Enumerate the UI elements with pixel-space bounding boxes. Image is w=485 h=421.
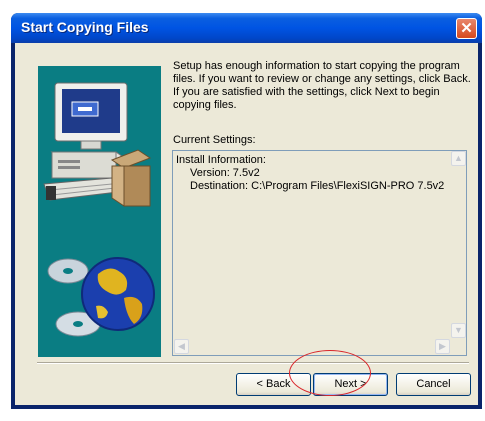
settings-text: Install Information: Version: 7.5v2 Dest…: [176, 154, 444, 193]
cancel-button[interactable]: Cancel: [396, 373, 471, 396]
settings-destination: Destination: C:\Program Files\FlexiSIGN-…: [190, 180, 445, 192]
scrollbar-corner: [450, 338, 466, 355]
button-separator: [37, 362, 469, 364]
scroll-left-button[interactable]: ◀: [174, 339, 189, 354]
close-button[interactable]: ✕: [456, 18, 477, 39]
vertical-scrollbar[interactable]: ▲ ▼: [450, 151, 466, 338]
dialog-body: Setup has enough information to start co…: [15, 43, 478, 405]
computer-globe-illustration: [43, 82, 155, 337]
settings-version: Version: 7.5v2: [190, 167, 260, 179]
installer-window: Start Copying Files ✕ Setup has enough i…: [11, 13, 482, 409]
scroll-down-button[interactable]: ▼: [451, 323, 466, 338]
scroll-right-button[interactable]: ▶: [435, 339, 450, 354]
settings-box[interactable]: Install Information: Version: 7.5v2 Dest…: [172, 150, 467, 356]
highlight-circle: [289, 350, 371, 396]
description-text: Setup has enough information to start co…: [173, 60, 471, 111]
computer-icon: [43, 82, 152, 207]
settings-heading: Install Information:: [176, 154, 266, 166]
chevron-left-icon: ◀: [178, 341, 185, 351]
scroll-up-button[interactable]: ▲: [451, 151, 466, 166]
current-settings-label: Current Settings:: [173, 134, 256, 146]
title-bar[interactable]: Start Copying Files ✕: [11, 13, 482, 43]
setup-illustration: [38, 66, 161, 357]
chevron-up-icon: ▲: [454, 153, 463, 163]
close-icon: ✕: [460, 20, 473, 37]
chevron-down-icon: ▼: [454, 325, 463, 335]
window-title: Start Copying Files: [21, 19, 149, 35]
globe-icon: [81, 257, 155, 331]
chevron-right-icon: ▶: [439, 341, 446, 351]
